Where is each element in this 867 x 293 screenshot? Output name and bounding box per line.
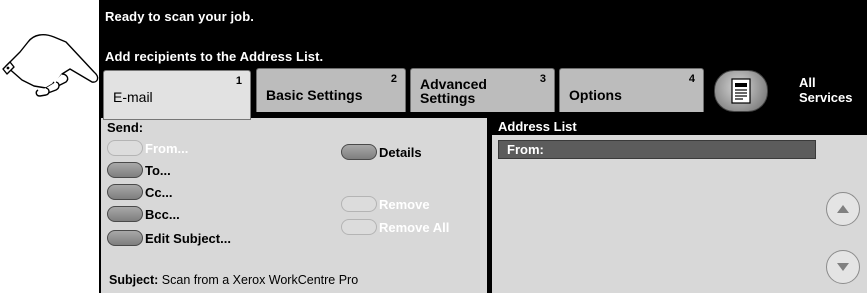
to-label: To...	[145, 162, 171, 178]
cc-button-icon	[107, 184, 143, 200]
pointing-hand-illustration	[2, 34, 99, 97]
all-services-button[interactable]	[714, 70, 768, 112]
status-message: Ready to scan your job.	[105, 9, 254, 24]
remove-label: Remove	[379, 196, 430, 212]
cc-button[interactable]: Cc...	[107, 183, 172, 201]
tab-label: Basic Settings	[266, 87, 363, 103]
tab-number: 2	[390, 73, 397, 85]
tab-email[interactable]: E-mail 1	[103, 70, 251, 120]
chevron-up-icon	[837, 205, 849, 213]
subject-value: Scan from a Xerox WorkCentre Pro	[161, 273, 359, 287]
remove-button-icon	[341, 196, 377, 212]
address-list-title: Address List	[498, 119, 577, 134]
instruction-message: Add recipients to the Address List.	[105, 49, 324, 64]
to-button-icon	[107, 162, 143, 178]
scroll-down-button[interactable]	[826, 250, 860, 284]
chevron-down-icon	[837, 263, 849, 271]
tab-advanced-settings[interactable]: Advanced Settings 3	[410, 68, 555, 112]
edit-subject-label: Edit Subject...	[145, 230, 231, 246]
from-button-icon	[107, 140, 143, 156]
tab-number: 3	[539, 73, 546, 85]
from-row-label: From:	[507, 142, 544, 157]
bcc-button[interactable]: Bcc...	[107, 205, 180, 223]
subject-label: Subject:	[109, 273, 159, 287]
tab-label: Advanced Settings	[420, 76, 487, 106]
cc-label: Cc...	[145, 184, 173, 200]
remove-all-button-icon	[341, 219, 377, 235]
remove-all-button[interactable]: Remove All	[341, 218, 449, 236]
from-button[interactable]: From...	[107, 139, 188, 157]
send-panel: Send: From... To... Cc... Bcc... Edit Su…	[101, 118, 487, 293]
tab-options[interactable]: Options 4	[559, 68, 704, 112]
subject-line: Subject: Scan from a Xerox WorkCentre Pr…	[109, 273, 358, 287]
details-button[interactable]: Details	[341, 143, 422, 161]
bcc-button-icon	[107, 206, 143, 222]
bcc-label: Bcc...	[145, 206, 180, 222]
edit-subject-button[interactable]: Edit Subject...	[107, 229, 231, 247]
send-heading: Send:	[107, 120, 144, 135]
tab-label: Options	[569, 87, 622, 103]
from-label: From...	[145, 140, 189, 156]
tab-number: 1	[235, 75, 242, 87]
device-screen: Ready to scan your job. Add recipients t…	[99, 0, 867, 293]
address-list-row-from[interactable]: From:	[498, 140, 816, 159]
scroll-up-button[interactable]	[826, 192, 860, 226]
remove-button[interactable]: Remove	[341, 195, 430, 213]
details-button-icon	[341, 144, 377, 160]
address-list-panel: Address List From:	[492, 118, 867, 293]
edit-subject-button-icon	[107, 230, 143, 246]
to-button[interactable]: To...	[107, 161, 171, 179]
remove-all-label: Remove All	[379, 219, 450, 235]
tab-number: 4	[688, 73, 695, 85]
tab-basic-settings[interactable]: Basic Settings 2	[256, 68, 406, 112]
all-services-icon	[731, 78, 751, 104]
all-services-label[interactable]: All Services	[799, 75, 853, 105]
tab-label: E-mail	[113, 89, 153, 105]
address-list-header: Address List	[492, 118, 867, 135]
details-label: Details	[379, 144, 422, 160]
